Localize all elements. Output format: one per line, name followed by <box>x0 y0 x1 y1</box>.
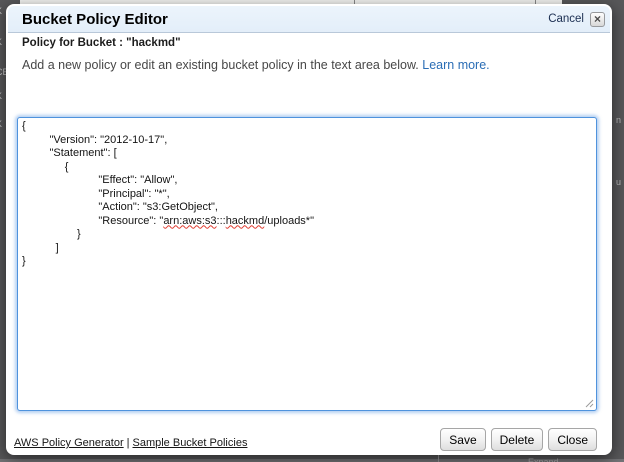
footer-links: AWS Policy Generator|Sample Bucket Polic… <box>14 437 247 449</box>
background-text-fragment: K <box>0 92 2 101</box>
background-text-fragment: K <box>0 120 2 129</box>
delete-button[interactable]: Delete <box>491 428 544 451</box>
background-text-fragment: K <box>0 38 2 47</box>
description-text: Add a new policy or edit an existing buc… <box>22 58 490 72</box>
background-text-fragment: u <box>616 178 621 187</box>
footer-buttons: Save Delete Close <box>440 428 597 451</box>
background-text-fragment: Expand <box>528 457 559 462</box>
policy-text: { "Version": "2012-10-17", "Statement": … <box>18 118 596 271</box>
close-icon[interactable]: × <box>590 12 605 27</box>
policy-for-bucket-label: Policy for Bucket : "hackmd" <box>22 37 181 49</box>
aws-policy-generator-link[interactable]: AWS Policy Generator <box>14 437 124 449</box>
description-body: Add a new policy or edit an existing buc… <box>22 58 419 72</box>
close-button[interactable]: Close <box>548 428 597 451</box>
dialog-title: Bucket Policy Editor <box>22 11 168 28</box>
learn-more-link[interactable]: Learn more. <box>422 58 489 72</box>
background-text-fragment: K <box>0 7 2 16</box>
background-text-fragment: n <box>616 116 621 125</box>
background-table-border <box>438 455 439 462</box>
bucket-policy-editor-dialog: Bucket Policy Editor Cancel × Policy for… <box>6 4 612 455</box>
cancel-link[interactable]: Cancel <box>548 13 584 25</box>
links-separator: | <box>127 437 130 449</box>
save-button[interactable]: Save <box>440 428 485 451</box>
resize-gripper-icon[interactable] <box>584 398 594 408</box>
sample-bucket-policies-link[interactable]: Sample Bucket Policies <box>133 437 248 449</box>
dialog-header: Bucket Policy Editor Cancel × <box>8 6 610 33</box>
dialog-header-actions: Cancel × <box>548 12 605 27</box>
policy-textarea[interactable]: { "Version": "2012-10-17", "Statement": … <box>17 117 597 411</box>
